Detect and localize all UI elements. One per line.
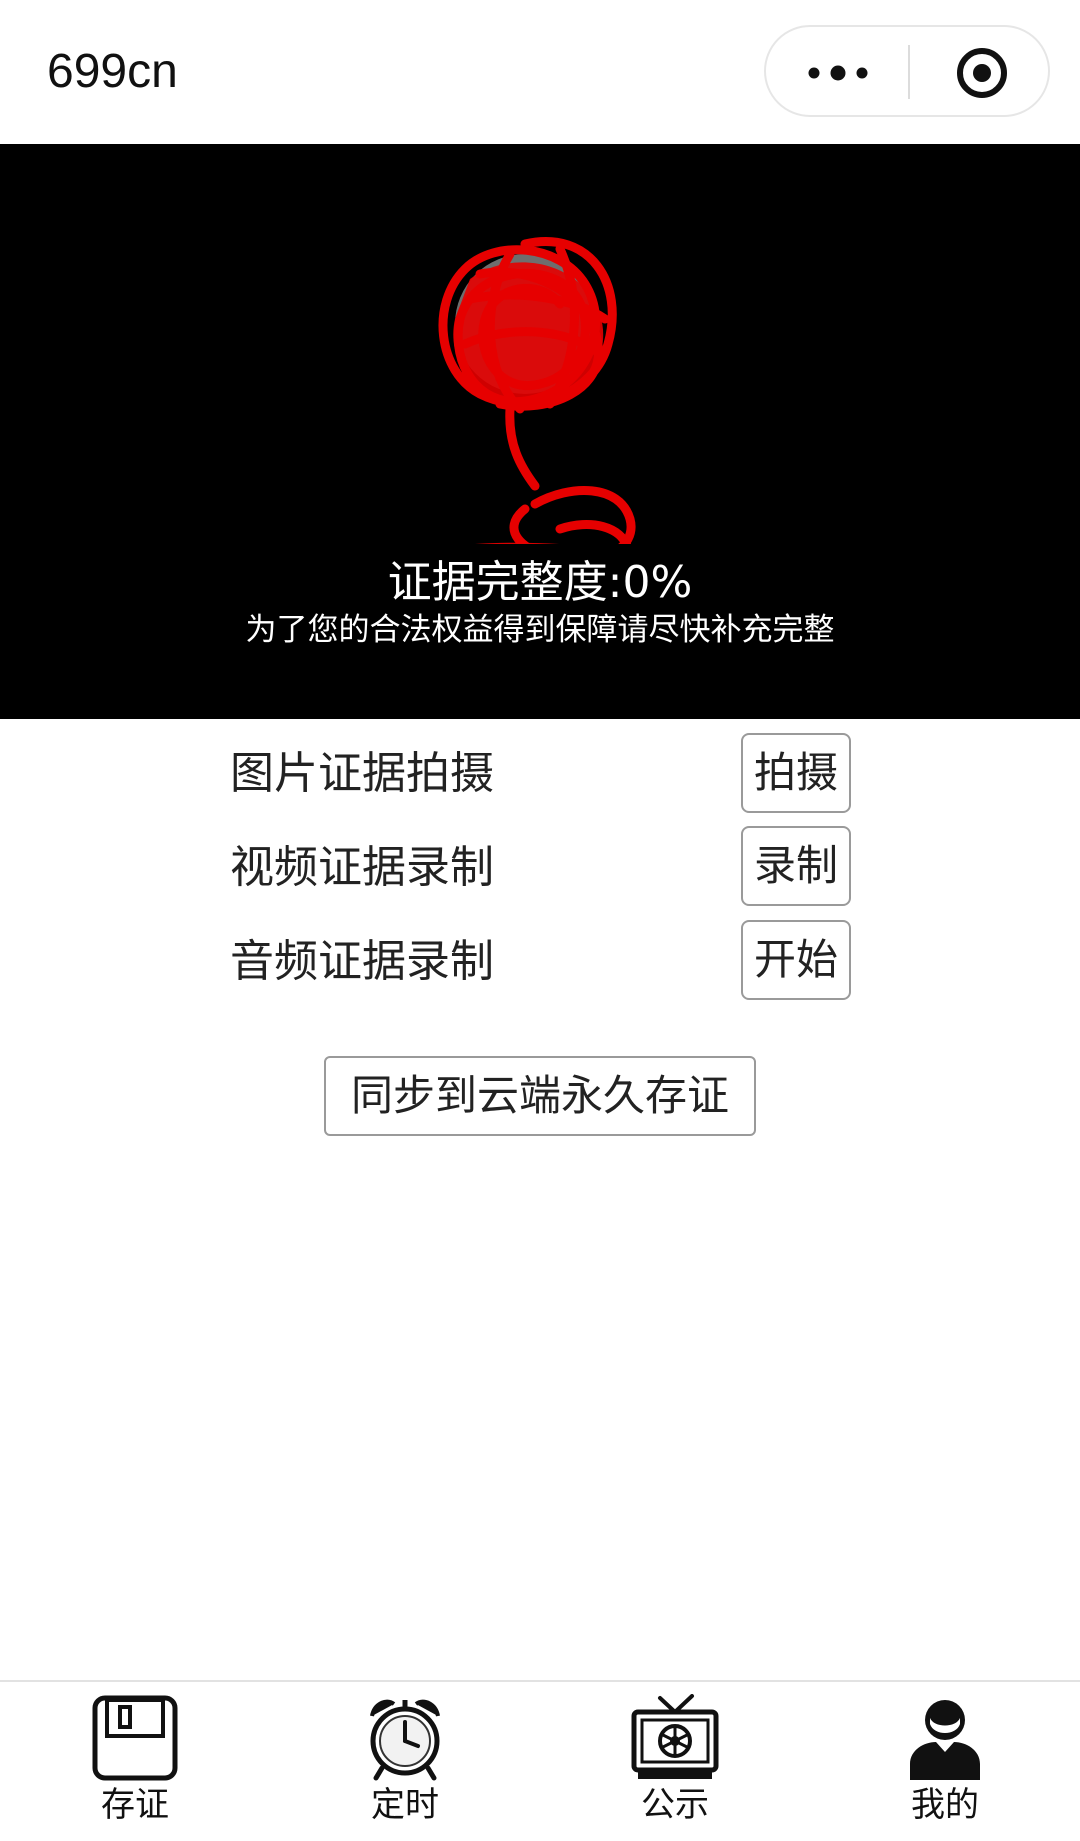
audio-evidence-label: 音频证据录制	[230, 936, 494, 987]
tab-mine[interactable]: 我的	[810, 1682, 1080, 1841]
tab-publicity[interactable]: 公示	[540, 1682, 810, 1841]
nav-header: 699cn	[0, 0, 1080, 144]
mini-program-capsule	[764, 25, 1050, 117]
evidence-banner: 证据完整度:0% 为了您的合法权益得到保障请尽快补充完整	[0, 144, 1080, 719]
tab-label: 存证	[101, 1785, 169, 1825]
target-close-icon	[957, 48, 1007, 98]
app-title: 699cn	[47, 45, 178, 98]
photo-capture-button[interactable]: 拍摄	[741, 733, 851, 813]
tab-label: 定时	[371, 1785, 439, 1825]
tab-label: 公示	[641, 1785, 709, 1825]
evidence-tip-text: 为了您的合法权益得到保障请尽快补充完整	[245, 612, 835, 648]
evidence-integrity-text: 证据完整度:0%	[387, 557, 693, 608]
save-evidence-icon	[92, 1695, 178, 1781]
bottom-tab-bar: 存证 定时 公示 我的	[0, 1680, 1080, 1841]
tab-label: 我的	[911, 1785, 979, 1825]
alarm-clock-icon	[370, 1699, 440, 1781]
photo-evidence-label: 图片证据拍摄	[230, 748, 494, 799]
close-button[interactable]	[910, 27, 1050, 115]
tab-timer[interactable]: 定时	[270, 1682, 540, 1841]
user-profile-icon	[910, 1700, 980, 1780]
redacted-avatar-scribble	[438, 237, 636, 544]
tv-icon	[631, 1694, 719, 1779]
video-record-button[interactable]: 录制	[741, 826, 851, 906]
sync-cloud-button[interactable]: 同步到云端永久存证	[324, 1056, 756, 1136]
more-button[interactable]	[766, 27, 908, 115]
more-dots-icon	[808, 65, 868, 81]
audio-start-button[interactable]: 开始	[741, 920, 851, 1000]
tab-save-evidence[interactable]: 存证	[0, 1682, 270, 1841]
video-evidence-label: 视频证据录制	[230, 842, 494, 893]
